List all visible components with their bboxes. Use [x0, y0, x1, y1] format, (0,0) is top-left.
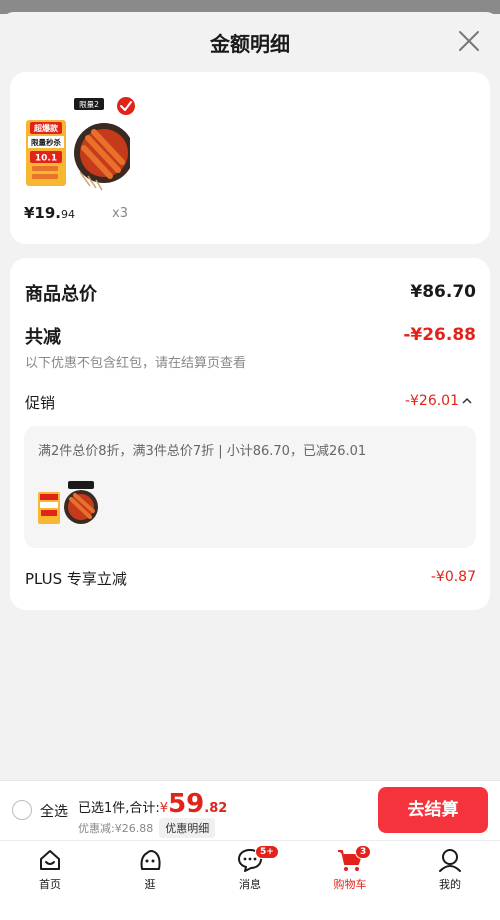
- message-badge: 5+: [255, 845, 279, 859]
- checkout-bar: 全选 已选1件,合计:¥59.82 优惠减:¥26.88 优惠明细 去结算: [0, 780, 500, 840]
- close-icon[interactable]: [458, 30, 480, 52]
- discount-detail-button[interactable]: 优惠明细: [159, 818, 216, 838]
- goods-total-label: 商品总价: [25, 284, 97, 305]
- tab-home-label: 首页: [39, 878, 61, 891]
- promo-toggle[interactable]: -¥26.01: [405, 393, 472, 409]
- plus-value: -¥0.87: [430, 569, 476, 585]
- discount-line: 优惠减:¥26.88 优惠明细: [78, 818, 216, 838]
- badge-date-text: 10.1: [35, 154, 57, 164]
- promo-label: 促销: [25, 394, 56, 412]
- badge-top-text: 超爆款: [33, 123, 59, 133]
- product-quantity: x3: [112, 206, 128, 221]
- discount-text: 优惠减:¥26.88: [78, 822, 154, 835]
- select-all-label[interactable]: 全选: [40, 801, 68, 821]
- sheet-title: 金额明细: [210, 32, 290, 56]
- reduce-value: -¥26.88: [403, 325, 476, 345]
- sheet-header: 金额明细: [0, 12, 500, 70]
- total-price: ¥59.82: [159, 789, 228, 819]
- price-breakdown-card: 商品总价 ¥86.70 共减 -¥26.88 以下优惠不包含红包，请在结算页查看…: [10, 258, 490, 610]
- limit-tag-text: 限量2: [79, 100, 99, 109]
- product-price: ¥19.94: [24, 204, 76, 222]
- tab-browse-label: 逛: [144, 878, 156, 891]
- badge-mid-text: 限量秒杀: [31, 137, 61, 147]
- goods-total-value: ¥86.70: [410, 282, 476, 302]
- chevron-up-icon: [462, 397, 472, 404]
- promo-value: -¥26.01: [404, 393, 459, 409]
- selected-summary: 已选1件,合计:¥59.82: [78, 789, 227, 819]
- home-icon: [40, 850, 60, 870]
- tab-profile-label: 我的: [439, 878, 461, 891]
- tab-cart[interactable]: 3 购物车: [300, 845, 400, 899]
- tab-cart-label: 购物车: [333, 878, 367, 891]
- profile-icon: [439, 849, 461, 872]
- tab-browse[interactable]: 逛: [100, 847, 200, 899]
- promo-product-photo[interactable]: [62, 481, 98, 525]
- tab-profile[interactable]: 我的: [400, 847, 500, 899]
- selected-text: 已选1件,合计:: [78, 801, 160, 816]
- amount-detail-sheet: 金额明细 超爆款 限量秒杀 10.1 限量2 ¥19.94 x3 商品总价 ¥8…: [0, 12, 500, 780]
- promo-product-image[interactable]: [38, 484, 60, 524]
- browse-icon: [140, 850, 161, 870]
- plus-label: PLUS 专享立减: [25, 570, 127, 588]
- product-image[interactable]: 超爆款 限量秒杀 10.1: [24, 98, 70, 190]
- checkout-button[interactable]: 去结算: [378, 787, 488, 833]
- promo-detail-box: 满2件总价8折，满3件总价7折 | 小计86.70，已减26.01: [24, 426, 476, 548]
- discount-note: 以下优惠不包含红包，请在结算页查看: [25, 356, 247, 371]
- bottom-tab-bar: 首页 逛 5+ 消息 3 购物车 我的: [0, 840, 500, 920]
- cart-badge: 3: [355, 845, 372, 859]
- tab-messages-label: 消息: [239, 878, 261, 891]
- select-all-radio[interactable]: [12, 800, 32, 820]
- tab-home[interactable]: 首页: [0, 847, 100, 899]
- product-card: 超爆款 限量秒杀 10.1 限量2 ¥19.94 x3: [10, 72, 490, 244]
- promo-detail-text: 满2件总价8折，满3件总价7折 | 小计86.70，已减26.01: [38, 444, 367, 459]
- tab-messages[interactable]: 5+ 消息: [200, 845, 300, 899]
- checked-icon: [117, 97, 135, 115]
- reduce-label: 共减: [25, 327, 61, 348]
